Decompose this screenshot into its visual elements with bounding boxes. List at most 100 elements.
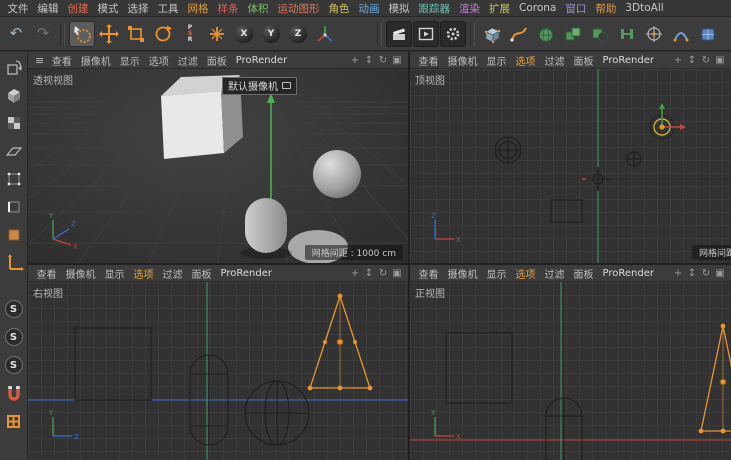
top-canvas[interactable]: 顶视图 网格间距 Z X — [410, 69, 731, 263]
vp-menu-options[interactable]: 选项 — [511, 53, 540, 68]
snap-badge-3-button[interactable]: S — [2, 353, 26, 377]
pan-view-icon[interactable]: + — [348, 268, 362, 279]
menu-3dtoall[interactable]: 3DtoAll — [621, 2, 668, 14]
toggle-view-icon[interactable]: ▣ — [390, 55, 404, 66]
menu-tracker[interactable]: 跟踪器 — [414, 1, 455, 16]
menu-character[interactable]: 角色 — [324, 1, 354, 16]
cone-selected-wireframe[interactable] — [307, 293, 373, 391]
toggle-view-icon[interactable]: ▣ — [390, 268, 404, 279]
enable-axis-button[interactable] — [2, 251, 26, 275]
menu-select[interactable]: 选择 — [123, 1, 153, 16]
menu-help[interactable]: 帮助 — [591, 1, 621, 16]
vp-menu-panel[interactable]: 面板 — [569, 53, 598, 68]
menu-edit[interactable]: 编辑 — [33, 1, 63, 16]
move-tool[interactable] — [96, 21, 122, 47]
capsule-wireframe[interactable] — [626, 151, 642, 167]
menu-corona[interactable]: Corona — [515, 2, 561, 14]
snap-badge-1-button[interactable]: S — [2, 297, 26, 321]
vp-menu-view[interactable]: 查看 — [47, 53, 76, 68]
menu-mode[interactable]: 模式 — [93, 1, 123, 16]
symmetry-button[interactable] — [614, 21, 640, 47]
coordinate-system-toggle[interactable] — [312, 21, 338, 47]
menu-mesh[interactable]: 网格 — [183, 1, 213, 16]
sphere-wireframe[interactable] — [244, 380, 310, 446]
pan-view-icon[interactable]: + — [671, 55, 685, 66]
rotate-view-icon[interactable]: ↻ — [376, 55, 390, 66]
scale-tool[interactable] — [123, 21, 149, 47]
viewport-menu-icon[interactable]: ≡ — [32, 54, 47, 67]
vp-menu-panel[interactable]: 面板 — [569, 266, 598, 281]
quantize-grid-button[interactable] — [2, 409, 26, 433]
convert-to-editable-button[interactable] — [2, 55, 26, 79]
menu-animate[interactable]: 动画 — [354, 1, 384, 16]
axis-center-button[interactable] — [641, 21, 667, 47]
spline-arc-button[interactable] — [668, 21, 694, 47]
lock-y-axis-button[interactable]: Y — [258, 21, 284, 47]
capsule-wireframe[interactable] — [545, 397, 583, 460]
menu-render[interactable]: 渲染 — [455, 1, 485, 16]
vp-menu-display[interactable]: 显示 — [482, 266, 511, 281]
lock-z-axis-button[interactable]: Z — [285, 21, 311, 47]
vp-menu-display[interactable]: 显示 — [100, 266, 129, 281]
vp-menu-panel[interactable]: 面板 — [202, 53, 231, 68]
render-to-picture-viewer-button[interactable] — [413, 20, 439, 47]
rotate-tool[interactable] — [150, 21, 176, 47]
rotate-view-icon[interactable]: ↻ — [699, 55, 713, 66]
toggle-view-icon[interactable]: ▣ — [713, 268, 727, 279]
dolly-view-icon[interactable]: ↕ — [685, 55, 699, 66]
cone-selected-wireframe[interactable] — [698, 323, 731, 434]
vp-menu-prorender[interactable]: ProRender — [598, 268, 658, 279]
vp-menu-options[interactable]: 选项 — [144, 53, 173, 68]
vp-menu-prorender[interactable]: ProRender — [598, 55, 658, 66]
vp-menu-display[interactable]: 显示 — [115, 53, 144, 68]
cube-wireframe[interactable] — [550, 199, 583, 223]
menu-window[interactable]: 窗口 — [561, 1, 591, 16]
subdivision-surface-button[interactable] — [533, 21, 559, 47]
array-generator-button[interactable] — [560, 21, 586, 47]
lock-x-axis-button[interactable]: X — [231, 21, 257, 47]
vp-menu-view[interactable]: 查看 — [32, 266, 61, 281]
vp-menu-prorender[interactable]: ProRender — [216, 268, 276, 279]
vp-menu-filter[interactable]: 过滤 — [158, 266, 187, 281]
front-canvas[interactable]: 正视图 Y X — [410, 282, 731, 460]
dolly-view-icon[interactable]: ↕ — [685, 268, 699, 279]
menu-file[interactable]: 文件 — [3, 1, 33, 16]
workplane-mode-button[interactable] — [2, 139, 26, 163]
model-mode-button[interactable] — [2, 83, 26, 107]
pan-view-icon[interactable]: + — [348, 55, 362, 66]
vp-menu-camera[interactable]: 摄像机 — [443, 53, 482, 68]
menu-volume[interactable]: 体积 — [243, 1, 273, 16]
snapping-toggle-button[interactable] — [2, 381, 26, 405]
last-used-tool[interactable] — [204, 21, 230, 47]
vp-menu-panel[interactable]: 面板 — [187, 266, 216, 281]
capsule-object[interactable] — [245, 198, 287, 253]
reset-psr-tool[interactable]: PSR — [177, 21, 203, 47]
menu-spline[interactable]: 样条 — [213, 1, 243, 16]
menu-extensions[interactable]: 扩展 — [485, 1, 515, 16]
points-mode-button[interactable] — [2, 167, 26, 191]
dolly-view-icon[interactable]: ↕ — [362, 268, 376, 279]
edges-mode-button[interactable] — [2, 195, 26, 219]
edit-render-settings-button[interactable] — [440, 20, 466, 47]
toggle-view-icon[interactable]: ▣ — [713, 55, 727, 66]
cube-wireframe[interactable] — [74, 327, 152, 401]
cube-wireframe[interactable] — [445, 332, 513, 404]
right-canvas[interactable]: 右视图 Y Z — [28, 282, 408, 460]
rotate-view-icon[interactable]: ↻ — [376, 268, 390, 279]
texture-mode-button[interactable] — [2, 111, 26, 135]
vp-menu-view[interactable]: 查看 — [414, 266, 443, 281]
sphere-object[interactable] — [313, 150, 361, 198]
pan-view-icon[interactable]: + — [671, 268, 685, 279]
pen-spline-button[interactable] — [506, 21, 532, 47]
deformer-button[interactable] — [695, 21, 721, 47]
cone-selection-gizmo[interactable] — [649, 103, 686, 140]
vp-menu-filter[interactable]: 过滤 — [540, 53, 569, 68]
menu-simulate[interactable]: 模拟 — [384, 1, 414, 16]
menu-create[interactable]: 创建 — [63, 1, 93, 16]
selected-object-y-axis[interactable] — [267, 93, 275, 215]
sphere-wireframe[interactable] — [494, 136, 522, 164]
render-view-button[interactable] — [386, 20, 412, 47]
dolly-view-icon[interactable]: ↕ — [362, 55, 376, 66]
undo-button[interactable]: ↶ — [3, 21, 29, 47]
vp-menu-options[interactable]: 选项 — [129, 266, 158, 281]
